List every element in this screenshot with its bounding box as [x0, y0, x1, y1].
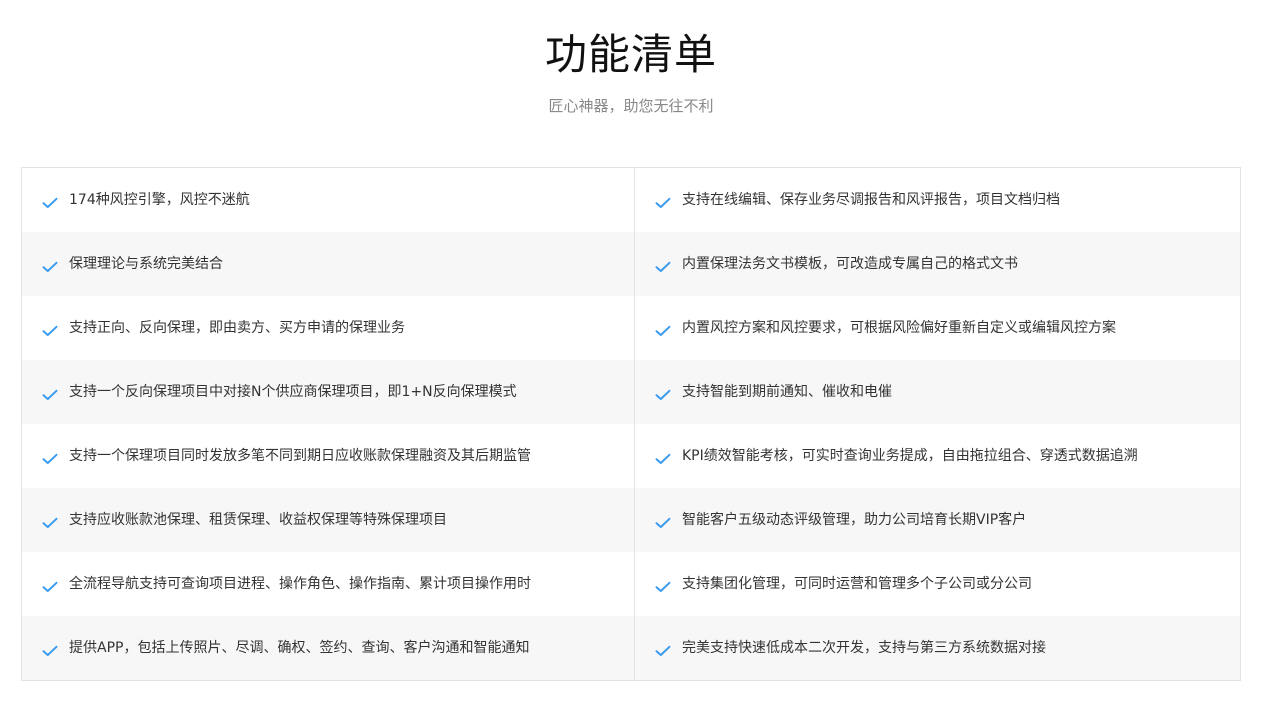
- feature-item-left: 支持一个保理项目同时发放多笔不同到期日应收账款保理融资及其后期监管: [22, 424, 635, 488]
- check-icon: [655, 386, 671, 400]
- check-icon: [42, 514, 58, 528]
- feature-item-right: 支持智能到期前通知、催收和电催: [635, 360, 1240, 424]
- feature-text: 内置保理法务文书模板，可改造成专属自己的格式文书: [682, 256, 1018, 272]
- feature-row: 全流程导航支持可查询项目进程、操作角色、操作指南、累计项目操作用时 支持集团化管理…: [22, 552, 1240, 616]
- feature-item-right: KPI绩效智能考核，可实时查询业务提成，自由拖拉组合、穿透式数据追溯: [635, 424, 1240, 488]
- feature-text: 支持智能到期前通知、催收和电催: [682, 384, 892, 400]
- check-icon: [42, 322, 58, 336]
- check-icon: [42, 194, 58, 208]
- feature-text: 完美支持快速低成本二次开发，支持与第三方系统数据对接: [682, 640, 1046, 656]
- feature-item-right: 内置保理法务文书模板，可改造成专属自己的格式文书: [635, 232, 1240, 296]
- feature-item-right: 支持在线编辑、保存业务尽调报告和风评报告，项目文档归档: [635, 168, 1240, 232]
- feature-item-left: 提供APP，包括上传照片、尽调、确权、签约、查询、客户沟通和智能通知: [22, 616, 635, 680]
- feature-text: 支持应收账款池保理、租赁保理、收益权保理等特殊保理项目: [69, 512, 447, 528]
- feature-text: 支持集团化管理，可同时运营和管理多个子公司或分公司: [682, 576, 1032, 592]
- check-icon: [655, 322, 671, 336]
- check-icon: [655, 642, 671, 656]
- feature-row: 保理理论与系统完美结合 内置保理法务文书模板，可改造成专属自己的格式文书: [22, 232, 1240, 296]
- feature-row: 支持正向、反向保理，即由卖方、买方申请的保理业务 内置风控方案和风控要求，可根据风…: [22, 296, 1240, 360]
- feature-item-right: 智能客户五级动态评级管理，助力公司培育长期VIP客户: [635, 488, 1240, 552]
- check-icon: [42, 642, 58, 656]
- feature-text: 内置风控方案和风控要求，可根据风险偏好重新自定义或编辑风控方案: [682, 320, 1116, 336]
- feature-text: 提供APP，包括上传照片、尽调、确权、签约、查询、客户沟通和智能通知: [69, 640, 530, 656]
- feature-text: KPI绩效智能考核，可实时查询业务提成，自由拖拉组合、穿透式数据追溯: [682, 448, 1138, 464]
- feature-text: 保理理论与系统完美结合: [69, 256, 223, 272]
- feature-text: 支持一个反向保理项目中对接N个供应商保理项目，即1+N反向保理模式: [69, 384, 517, 400]
- feature-item-left: 全流程导航支持可查询项目进程、操作角色、操作指南、累计项目操作用时: [22, 552, 635, 616]
- feature-item-right: 完美支持快速低成本二次开发，支持与第三方系统数据对接: [635, 616, 1240, 680]
- feature-row: 支持应收账款池保理、租赁保理、收益权保理等特殊保理项目 智能客户五级动态评级管理，…: [22, 488, 1240, 552]
- check-icon: [655, 194, 671, 208]
- feature-item-left: 支持应收账款池保理、租赁保理、收益权保理等特殊保理项目: [22, 488, 635, 552]
- check-icon: [655, 578, 671, 592]
- feature-item-left: 支持一个反向保理项目中对接N个供应商保理项目，即1+N反向保理模式: [22, 360, 635, 424]
- check-icon: [655, 514, 671, 528]
- feature-row: 支持一个反向保理项目中对接N个供应商保理项目，即1+N反向保理模式 支持智能到期前…: [22, 360, 1240, 424]
- feature-row: 提供APP，包括上传照片、尽调、确权、签约、查询、客户沟通和智能通知 完美支持快速…: [22, 616, 1240, 680]
- feature-text: 174种风控引擎，风控不迷航: [69, 192, 250, 208]
- feature-text: 支持正向、反向保理，即由卖方、买方申请的保理业务: [69, 320, 405, 336]
- feature-item-right: 内置风控方案和风控要求，可根据风险偏好重新自定义或编辑风控方案: [635, 296, 1240, 360]
- check-icon: [42, 386, 58, 400]
- feature-item-right: 支持集团化管理，可同时运营和管理多个子公司或分公司: [635, 552, 1240, 616]
- check-icon: [42, 258, 58, 272]
- feature-text: 全流程导航支持可查询项目进程、操作角色、操作指南、累计项目操作用时: [69, 576, 531, 592]
- check-icon: [42, 578, 58, 592]
- check-icon: [655, 450, 671, 464]
- feature-item-left: 保理理论与系统完美结合: [22, 232, 635, 296]
- feature-text: 支持在线编辑、保存业务尽调报告和风评报告，项目文档归档: [682, 192, 1060, 208]
- feature-row: 支持一个保理项目同时发放多笔不同到期日应收账款保理融资及其后期监管 KPI绩效智能…: [22, 424, 1240, 488]
- feature-item-left: 174种风控引擎，风控不迷航: [22, 168, 635, 232]
- feature-list-table: 174种风控引擎，风控不迷航 支持在线编辑、保存业务尽调报告和风评报告，项目文档归…: [21, 167, 1241, 681]
- feature-text: 智能客户五级动态评级管理，助力公司培育长期VIP客户: [682, 512, 1027, 528]
- feature-text: 支持一个保理项目同时发放多笔不同到期日应收账款保理融资及其后期监管: [69, 448, 531, 464]
- check-icon: [655, 258, 671, 272]
- feature-item-left: 支持正向、反向保理，即由卖方、买方申请的保理业务: [22, 296, 635, 360]
- check-icon: [42, 450, 58, 464]
- feature-row: 174种风控引擎，风控不迷航 支持在线编辑、保存业务尽调报告和风评报告，项目文档归…: [22, 168, 1240, 232]
- page-subtitle: 匠心神器，助您无往不利: [548, 97, 714, 115]
- page-title: 功能清单: [544, 30, 717, 79]
